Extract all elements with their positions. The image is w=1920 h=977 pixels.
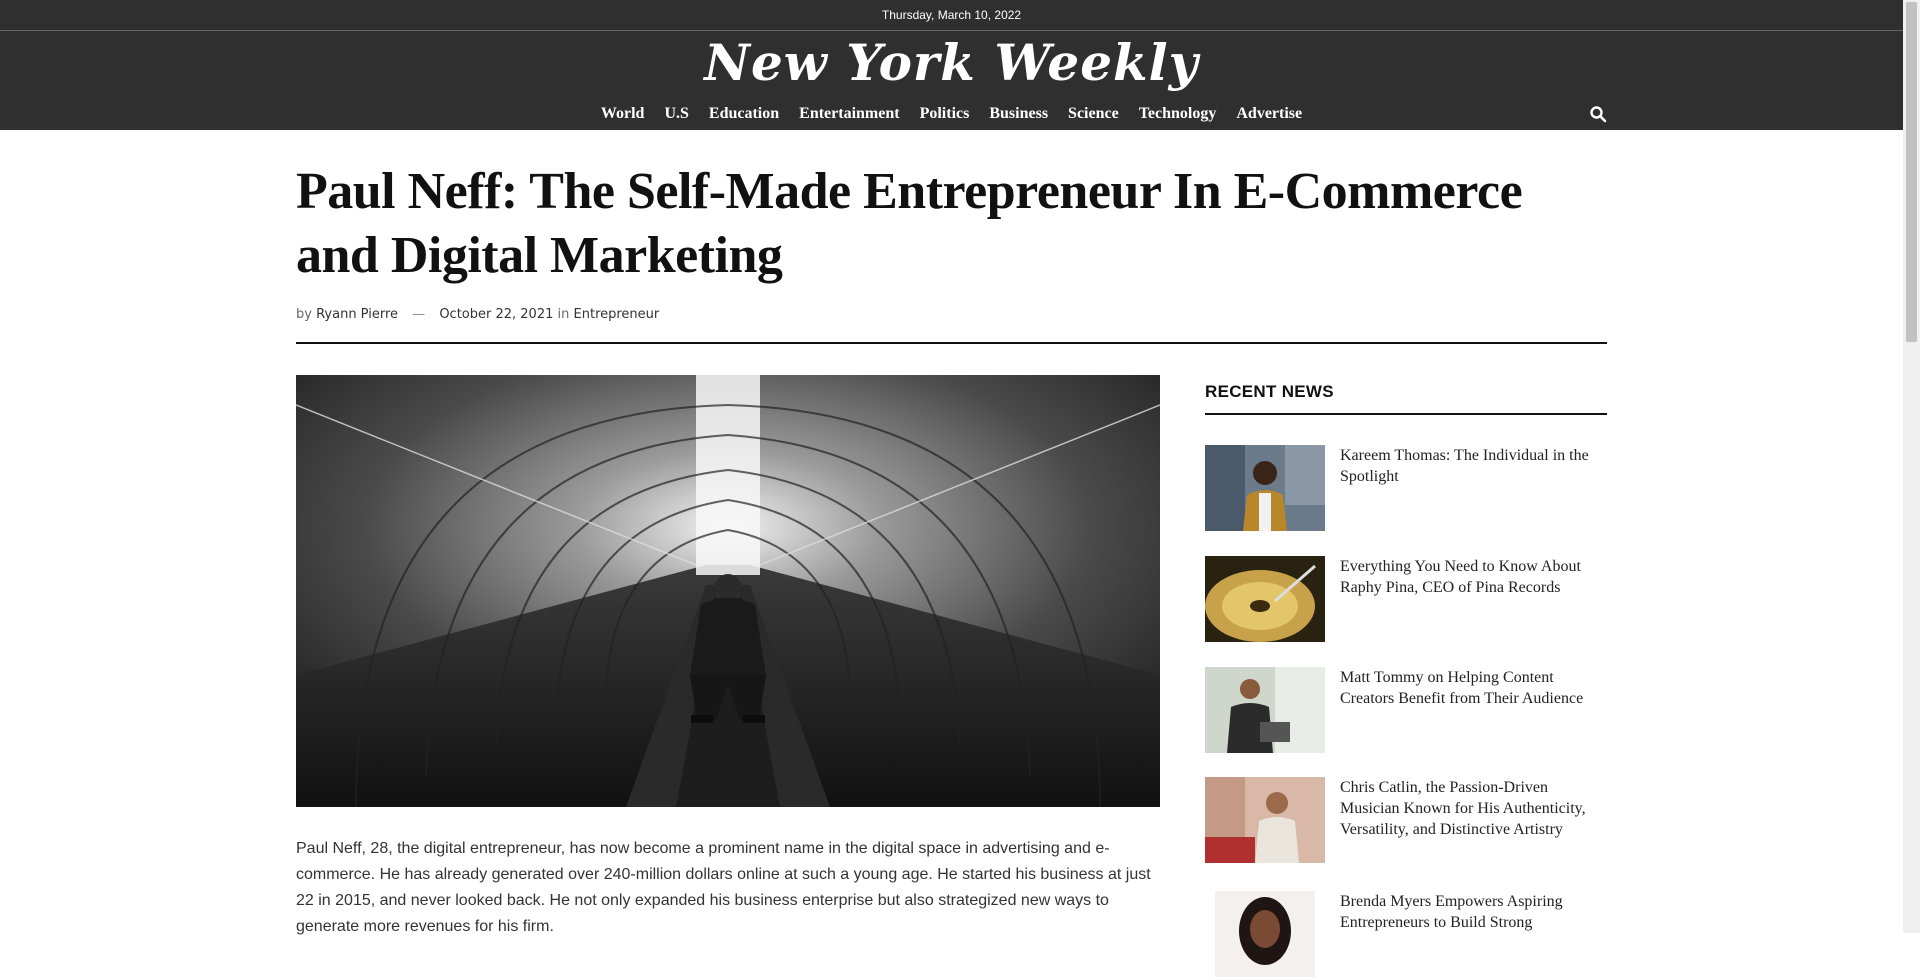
nav-us[interactable]: U.S — [664, 105, 688, 123]
by-label: by — [296, 307, 312, 322]
author-link[interactable]: Ryann Pierre — [316, 307, 398, 322]
news-thumbnail[interactable] — [1205, 556, 1325, 642]
article-title: Paul Neff: The Self-Made Entrepreneur In… — [296, 163, 1523, 284]
news-title[interactable]: Chris Catlin, the Passion-Driven Musicia… — [1340, 777, 1607, 840]
hero-image — [296, 375, 1160, 807]
date-link[interactable]: October 22, 2021 — [439, 307, 553, 322]
nav-technology[interactable]: Technology — [1139, 105, 1217, 123]
nav-business[interactable]: Business — [989, 105, 1048, 123]
nav-education[interactable]: Education — [709, 105, 779, 123]
article-body: Paul Neff, 28, the digital entrepreneur,… — [296, 840, 1151, 935]
title-divider — [296, 342, 1607, 344]
site-logo[interactable]: New York Weekly — [0, 33, 1903, 92]
current-date: Thursday, March 10, 2022 — [881, 8, 1022, 22]
nav-science[interactable]: Science — [1068, 105, 1119, 123]
news-thumbnail[interactable] — [1215, 891, 1315, 977]
recent-news-divider — [1205, 413, 1607, 415]
search-icon[interactable] — [1589, 105, 1607, 123]
news-thumbnail[interactable] — [1205, 445, 1325, 531]
news-title[interactable]: Everything You Need to Know About Raphy … — [1340, 556, 1607, 598]
nav-world[interactable]: World — [601, 105, 645, 123]
news-title[interactable]: Matt Tommy on Helping Content Creators B… — [1340, 667, 1607, 709]
category-link[interactable]: Entrepreneur — [574, 307, 660, 322]
news-thumbnail[interactable] — [1205, 777, 1325, 863]
site-header: New York Weekly World U.S Education Ente… — [0, 31, 1903, 130]
recent-news-heading: RECENT NEWS — [1205, 382, 1334, 401]
date-bar: Thursday, March 10, 2022 — [0, 0, 1903, 31]
article-meta: by Ryann Pierre — October 22, 2021 in En… — [296, 307, 659, 322]
news-thumbnail[interactable] — [1205, 667, 1325, 753]
nav-entertainment[interactable]: Entertainment — [799, 105, 899, 123]
news-title[interactable]: Brenda Myers Empowers Aspiring Entrepren… — [1340, 891, 1607, 933]
meta-separator: — — [412, 307, 426, 322]
nav-advertise[interactable]: Advertise — [1236, 105, 1302, 123]
nav-politics[interactable]: Politics — [920, 105, 970, 123]
main-nav: World U.S Education Entertainment Politi… — [0, 105, 1903, 123]
news-title[interactable]: Kareem Thomas: The Individual in the Spo… — [1340, 445, 1607, 487]
in-label: in — [557, 307, 570, 322]
scrollbar-thumb[interactable] — [1906, 2, 1917, 342]
